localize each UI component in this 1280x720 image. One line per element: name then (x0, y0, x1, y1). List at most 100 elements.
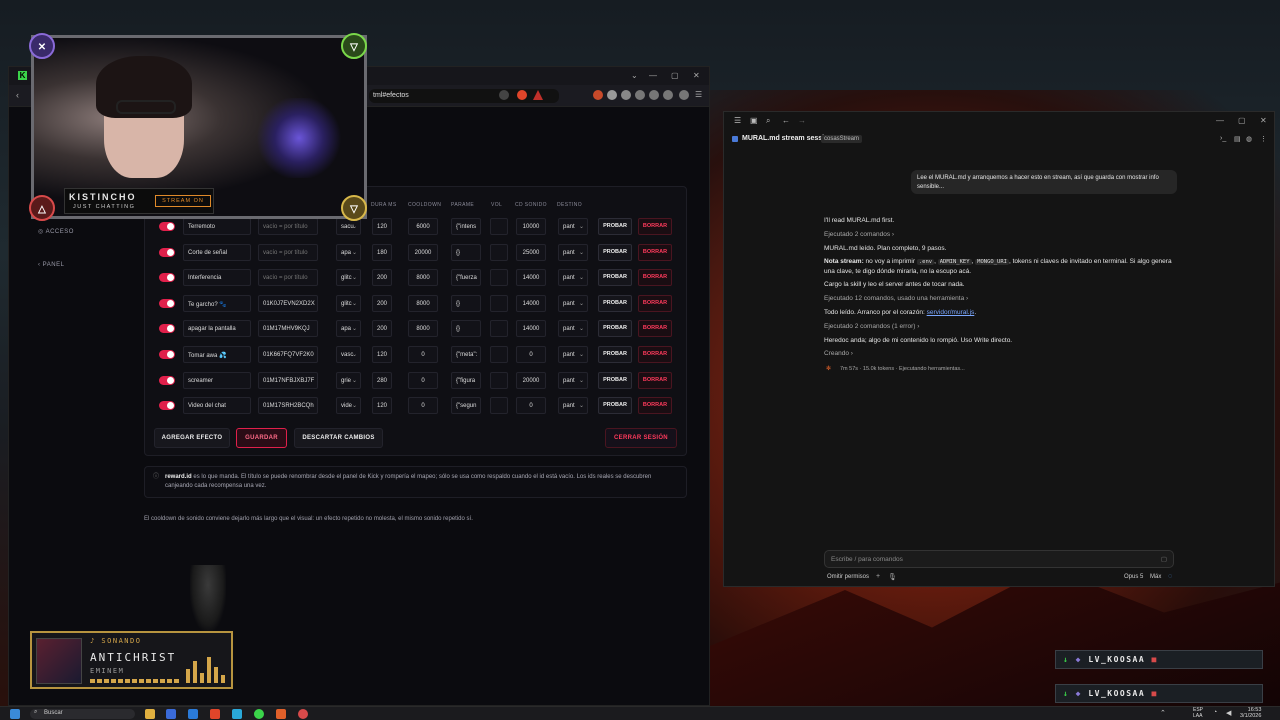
effect-name-input[interactable]: Te garcho? 🐾 (183, 294, 251, 312)
prompt-input[interactable]: Escribe / para comandos ▢ (824, 550, 1174, 568)
effect-name-input[interactable]: Terremoto (183, 218, 251, 235)
cooldown-input[interactable]: 0 (408, 397, 438, 415)
extension-icon[interactable] (635, 90, 645, 100)
volume-input[interactable] (490, 243, 508, 261)
duration-input[interactable]: 120 (372, 218, 392, 235)
reward-id-input[interactable]: 01K0J7EVN2XD2X (258, 294, 318, 312)
test-effect-button[interactable]: PROBAR (598, 294, 632, 312)
effect-type-select[interactable]: glitc ⌄ (336, 269, 361, 287)
test-effect-button[interactable]: PROBAR (598, 397, 632, 415)
duration-input[interactable]: 120 (372, 397, 392, 415)
params-input[interactable]: {"segun (451, 397, 481, 415)
delete-effect-button[interactable]: BORRAR (638, 243, 672, 261)
duration-input[interactable]: 200 (372, 294, 392, 312)
volume-input[interactable] (490, 397, 508, 415)
sidebar-icon[interactable] (649, 90, 659, 100)
mic-icon[interactable]: 🎙 (888, 573, 897, 581)
effect-type-select[interactable]: vasc ⌄ (336, 346, 361, 363)
duration-input[interactable]: 200 (372, 320, 392, 338)
obs-icon[interactable] (298, 709, 308, 719)
volume-icon[interactable]: ◀ (1226, 709, 1231, 717)
sound-cooldown-input[interactable]: 0 (516, 346, 546, 363)
params-input[interactable]: {} (451, 320, 481, 338)
reward-id-input[interactable]: 01M17NFBJXBJ7F (258, 371, 318, 389)
reward-id-input[interactable]: 01K667FQ7VF2K0 (258, 346, 318, 363)
file-link[interactable]: servidor/mural.js (927, 309, 975, 316)
reward-id-input[interactable]: 01M17SRH2BCQh (258, 397, 318, 415)
tool-summary[interactable]: Ejecutado 2 comandos › (824, 230, 1174, 239)
cooldown-input[interactable]: 8000 (408, 269, 438, 287)
delete-effect-button[interactable]: BORRAR (638, 320, 672, 338)
panel-icon[interactable]: ▤ (1234, 135, 1241, 143)
back-icon[interactable]: ← (782, 116, 790, 125)
close-icon[interactable]: ✕ (1260, 116, 1267, 125)
params-input[interactable]: {"fuerza (451, 269, 481, 287)
reward-id-input[interactable]: vacío = por título (258, 218, 318, 235)
minimize-icon[interactable]: — (649, 71, 657, 80)
cooldown-input[interactable]: 0 (408, 371, 438, 389)
effect-name-input[interactable]: Video del chat (183, 397, 251, 415)
params-input[interactable]: {} (451, 243, 481, 261)
extension-icon[interactable] (621, 90, 631, 100)
delete-effect-button[interactable]: BORRAR (638, 397, 672, 415)
destination-select[interactable]: pant ⌄ (558, 346, 588, 363)
language-indicator[interactable]: ESP LAA (1193, 707, 1203, 719)
volume-input[interactable] (490, 346, 508, 363)
reward-id-input[interactable]: vacío = por título (258, 243, 318, 261)
search-icon[interactable]: ⌕ (766, 116, 770, 126)
save-button[interactable]: GUARDAR (236, 428, 287, 448)
destination-select[interactable]: pant ⌄ (558, 371, 588, 389)
delete-effect-button[interactable]: BORRAR (638, 294, 672, 312)
extension-icon[interactable] (593, 90, 603, 100)
brave-icon[interactable] (210, 709, 220, 719)
wifi-icon[interactable]: ◔ (1213, 709, 1217, 716)
destination-select[interactable]: pant ⌄ (558, 397, 588, 415)
delete-effect-button[interactable]: BORRAR (638, 371, 672, 389)
sound-cooldown-input[interactable]: 14000 (516, 269, 546, 287)
sound-cooldown-input[interactable]: 14000 (516, 294, 546, 312)
cooldown-input[interactable]: 8000 (408, 320, 438, 338)
cooldown-input[interactable]: 0 (408, 346, 438, 363)
tool-summary[interactable]: Ejecutado 2 comandos (1 error) › (824, 322, 1174, 331)
params-input[interactable]: {"figura (451, 371, 481, 389)
sound-cooldown-input[interactable]: 25000 (516, 243, 546, 261)
attach-icon[interactable]: ▢ (1161, 555, 1167, 563)
sound-cooldown-input[interactable]: 0 (516, 397, 546, 415)
duration-input[interactable]: 120 (372, 346, 392, 363)
effect-name-input[interactable]: screamer (183, 371, 251, 389)
params-input[interactable]: {"meta": (451, 346, 481, 363)
windows-start-icon[interactable] (10, 709, 20, 719)
logout-button[interactable]: CERRAR SESIÓN (605, 428, 677, 448)
tray-chevron-icon[interactable]: ⌃ (1160, 709, 1166, 717)
tool-summary[interactable]: Creando › (824, 349, 1174, 358)
destination-select[interactable]: pant ⌄ (558, 294, 588, 312)
effect-enabled-toggle[interactable] (159, 247, 175, 257)
minimize-icon[interactable]: — (1216, 116, 1224, 125)
globe-icon[interactable]: ◍ (1246, 135, 1252, 143)
effect-enabled-toggle[interactable] (159, 350, 175, 359)
taskbar-search[interactable]: ⌕ Buscar (30, 709, 135, 719)
delete-effect-button[interactable]: BORRAR (638, 218, 672, 235)
clock[interactable]: 16:53 3/1/2026 (1240, 707, 1261, 719)
test-effect-button[interactable]: PROBAR (598, 371, 632, 389)
effect-name-input[interactable]: apagar la pantalla (183, 320, 251, 338)
effect-type-select[interactable]: vide ⌄ (336, 397, 361, 415)
effect-type-select[interactable]: apa ⌄ (336, 320, 361, 338)
sound-cooldown-input[interactable]: 20000 (516, 371, 546, 389)
store-icon[interactable] (166, 709, 176, 719)
effect-type-select[interactable]: apa ⌄ (336, 243, 361, 261)
destination-select[interactable]: pant ⌄ (558, 243, 588, 261)
destination-select[interactable]: pant ⌄ (558, 218, 588, 235)
test-effect-button[interactable]: PROBAR (598, 218, 632, 235)
cooldown-input[interactable]: 8000 (408, 294, 438, 312)
forward-icon[interactable]: → (798, 116, 806, 125)
vscode-icon[interactable] (188, 709, 198, 719)
sound-cooldown-input[interactable]: 10000 (516, 218, 546, 235)
reward-id-input[interactable]: 01M17MHV9KQJ (258, 320, 318, 338)
reader-icon[interactable] (499, 90, 509, 100)
volume-input[interactable] (490, 371, 508, 389)
edge-icon[interactable] (232, 709, 242, 719)
effect-name-input[interactable]: Tomar awa 💦 (183, 346, 251, 363)
discard-changes-button[interactable]: DESCARTAR CAMBIOS (294, 428, 383, 448)
more-icon[interactable]: ⋮ (1260, 135, 1267, 143)
